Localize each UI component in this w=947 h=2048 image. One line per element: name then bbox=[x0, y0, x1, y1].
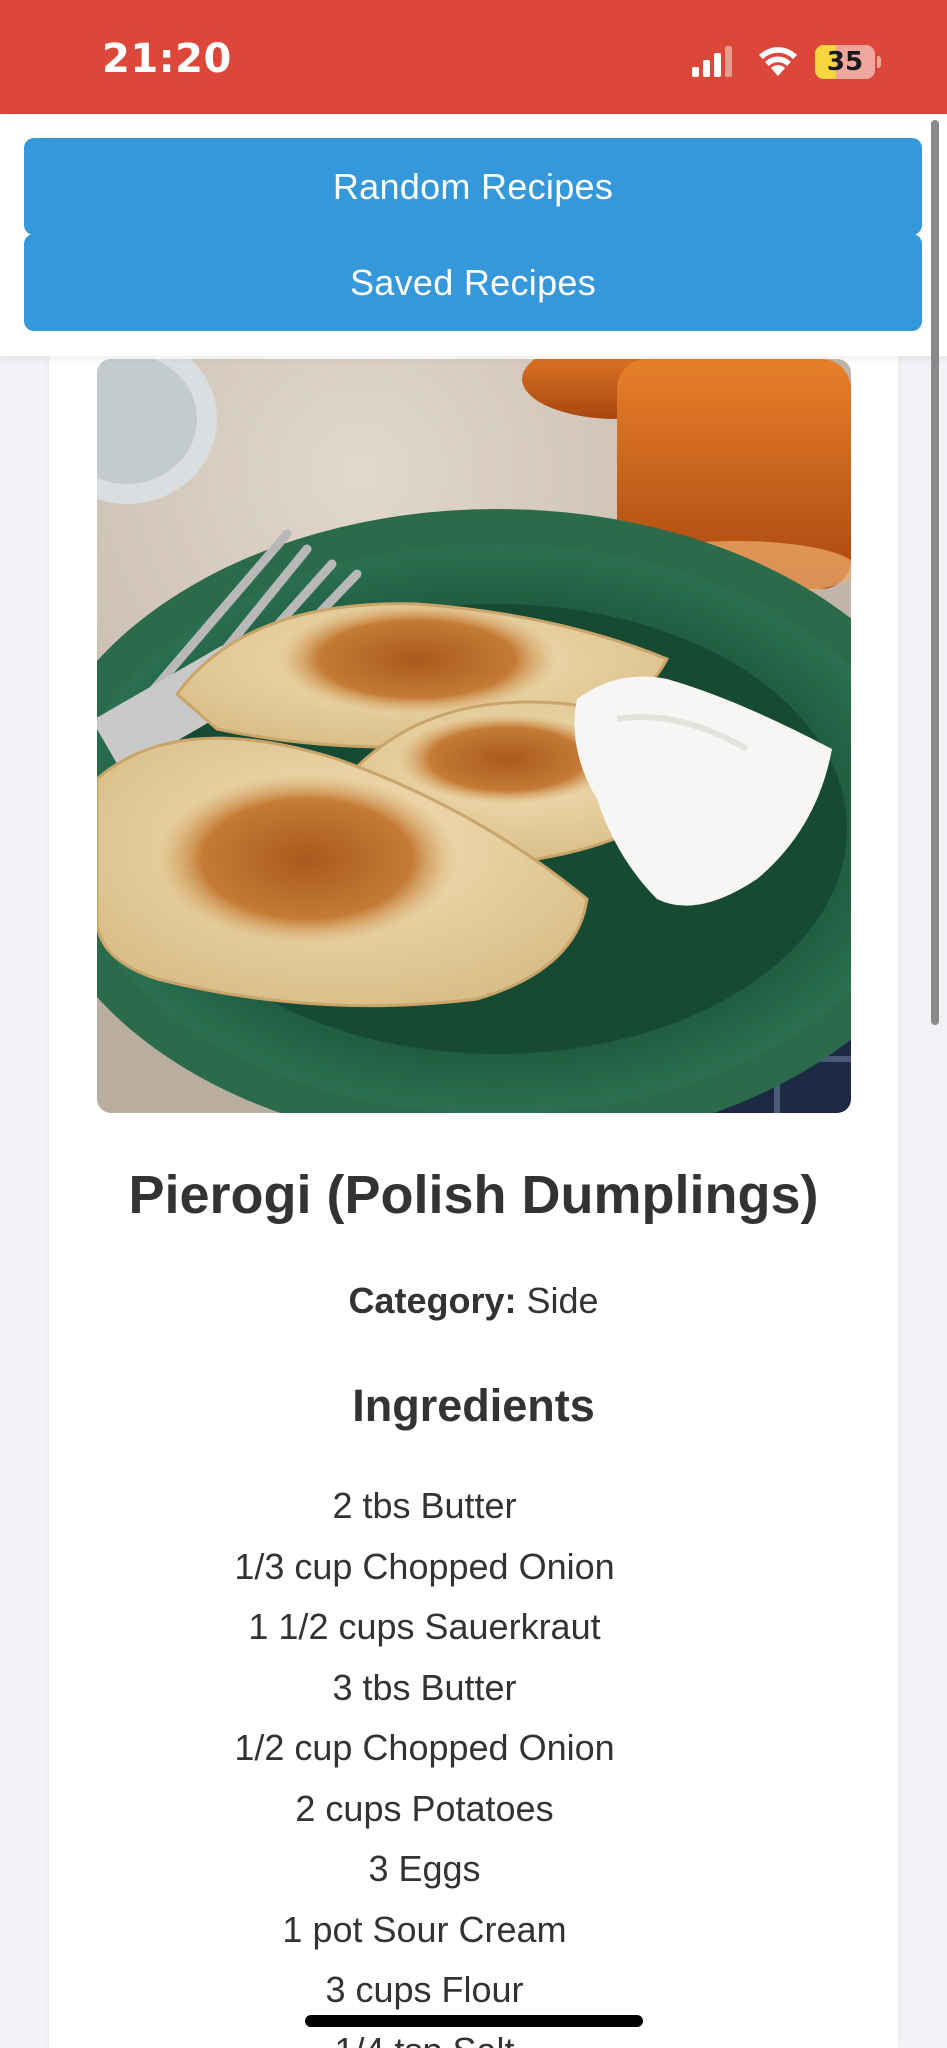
battery-level: 35 bbox=[826, 47, 864, 77]
saved-recipes-button[interactable]: Saved Recipes bbox=[24, 234, 922, 331]
app-viewport: 21:20 35 Random Recipes Saved Recipes Pi… bbox=[0, 0, 947, 2048]
ingredient-item: 2 tbs Butter bbox=[332, 1485, 517, 1526]
ingredient-item: 1 pot Sour Cream bbox=[282, 1908, 567, 1950]
ingredient-item: 3 Eggs bbox=[368, 1848, 481, 1889]
home-indicator[interactable] bbox=[305, 2015, 643, 2027]
cellular-signal-icon bbox=[692, 46, 732, 77]
battery-body: 35 bbox=[815, 45, 875, 79]
ingredient-item: 1 1/2 cups Sauerkraut bbox=[248, 1606, 601, 1647]
ingredient-item: 3 tbs Butter bbox=[332, 1666, 517, 1708]
ingredient-item: 2 cups Potatoes bbox=[295, 1787, 554, 1829]
battery-nub bbox=[877, 56, 881, 68]
status-time: 21:20 bbox=[102, 36, 232, 82]
scrollbar[interactable] bbox=[931, 120, 939, 1025]
recipe-category: Category: Side bbox=[49, 1280, 898, 1322]
wifi-icon bbox=[759, 47, 797, 76]
recipe-title: Pierogi (Polish Dumplings) bbox=[128, 1165, 819, 1225]
ingredient-item: 3 cups Flour bbox=[325, 1969, 524, 2010]
recipe-photo bbox=[97, 359, 851, 1113]
ingredient-item: 1/4 tsp Salt bbox=[0, 2029, 849, 2048]
top-nav: Random Recipes Saved Recipes bbox=[0, 114, 947, 356]
ingredient-item: 1/2 cup Chopped Onion bbox=[234, 1727, 615, 1768]
category-value: Side bbox=[526, 1280, 599, 1321]
status-bar: 21:20 35 bbox=[0, 0, 947, 114]
ingredients-heading: Ingredients bbox=[352, 1380, 595, 1431]
ingredient-item: 1/3 cup Chopped Onion bbox=[234, 1545, 615, 1587]
random-recipes-button[interactable]: Random Recipes bbox=[24, 138, 922, 235]
category-label: Category: bbox=[348, 1280, 517, 1321]
battery-icon: 35 bbox=[815, 45, 881, 79]
